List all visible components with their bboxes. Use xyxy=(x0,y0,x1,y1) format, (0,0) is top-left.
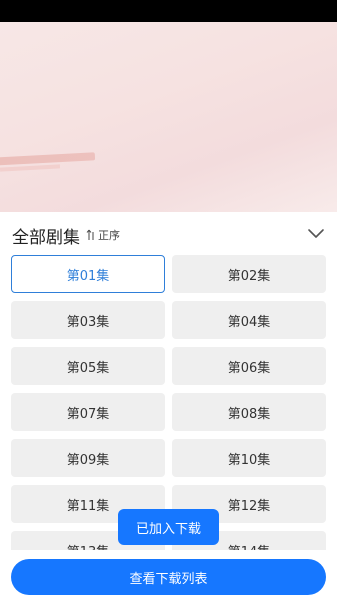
sort-toggle[interactable]: 正序 xyxy=(86,227,120,243)
episode-tile[interactable]: 第06集 xyxy=(172,347,326,385)
chevron-down-icon[interactable] xyxy=(306,226,326,240)
episode-tile[interactable]: 第08集 xyxy=(172,393,326,431)
video-frame-detail xyxy=(0,164,61,172)
episode-tile[interactable]: 第03集 xyxy=(11,301,165,339)
episode-tile[interactable]: 第04集 xyxy=(172,301,326,339)
section-title: 全部剧集 xyxy=(12,228,80,248)
episode-tile[interactable]: 第09集 xyxy=(11,439,165,477)
sort-label: 正序 xyxy=(98,229,120,242)
episode-tile[interactable]: 第01集 xyxy=(11,255,165,293)
sort-arrows-icon xyxy=(86,229,94,240)
episode-tile[interactable]: 第05集 xyxy=(11,347,165,385)
episode-tile[interactable]: 第02集 xyxy=(172,255,326,293)
view-download-list-button[interactable]: 查看下载列表 xyxy=(11,559,326,595)
toast-message: 已加入下载 xyxy=(118,509,219,545)
video-frame-detail xyxy=(0,152,96,166)
episode-tile[interactable]: 第10集 xyxy=(172,439,326,477)
status-bar xyxy=(0,0,337,22)
episode-tile[interactable]: 第07集 xyxy=(11,393,165,431)
episodes-header: 全部剧集 正序 xyxy=(0,212,337,254)
video-player[interactable] xyxy=(0,22,337,212)
